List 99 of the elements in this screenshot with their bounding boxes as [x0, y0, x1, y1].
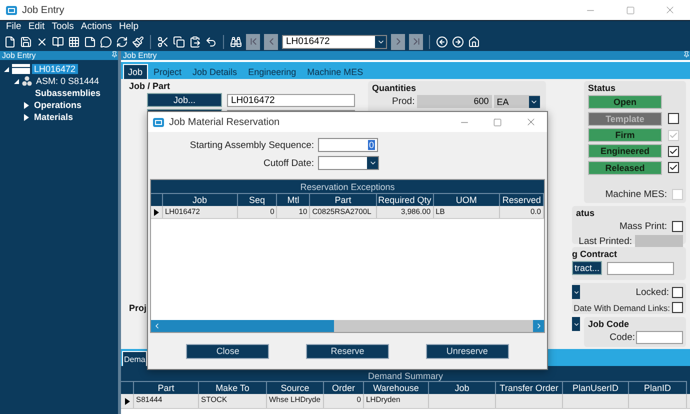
last-printed-field[interactable] [635, 235, 683, 247]
group-title: Status [588, 83, 617, 93]
group-title: Job Code [588, 319, 630, 329]
maximize-icon [493, 118, 502, 126]
checkbox-label: Locked: [636, 286, 669, 298]
sequence-field[interactable]: 0 [318, 138, 378, 152]
binoculars-icon[interactable] [230, 36, 242, 48]
last-record-button[interactable] [409, 34, 423, 50]
tab[interactable]: Machine MES [302, 64, 368, 79]
row-pointer-icon [154, 208, 159, 216]
checkbox[interactable] [668, 162, 679, 174]
assembly-icon [22, 76, 32, 86]
cut-icon[interactable] [157, 36, 169, 48]
dialog-button[interactable]: Close [186, 344, 270, 358]
home-icon[interactable] [468, 36, 480, 48]
status-button[interactable]: Engineered [588, 144, 662, 158]
first-record-button[interactable] [246, 34, 260, 50]
group-title: Quantities [372, 83, 416, 93]
tab[interactable]: Project [148, 64, 187, 79]
status-button[interactable]: Released [588, 160, 662, 175]
dropdown-icon [375, 36, 386, 48]
dropdown-icon [368, 159, 376, 167]
last-icon [410, 36, 422, 47]
tab[interactable]: Dema [122, 351, 148, 366]
group-title: atus [576, 208, 596, 218]
new-document-icon[interactable] [4, 36, 16, 48]
status-button[interactable]: Open [588, 95, 662, 110]
back-icon[interactable] [436, 36, 448, 48]
horizontal-scrollbar[interactable] [151, 320, 544, 332]
job-button[interactable]: Job... [147, 93, 222, 107]
copy-icon[interactable] [173, 36, 185, 48]
checkbox-label: Mass Print: [619, 221, 667, 232]
dropdown-icon[interactable] [572, 317, 580, 331]
menu-item[interactable]: Tools [52, 21, 74, 32]
cutoff-date-combo[interactable] [318, 156, 379, 170]
window-title: Job Entry [22, 4, 66, 16]
dialog-button[interactable]: Unreserve [426, 344, 509, 358]
checkbox[interactable] [672, 302, 683, 313]
checkbox[interactable] [672, 286, 683, 298]
paste-icon[interactable] [189, 36, 201, 48]
pin-icon[interactable] [683, 51, 690, 58]
tree-item[interactable]: Operations [32, 100, 84, 110]
app-icon [153, 118, 164, 126]
delete-icon[interactable] [36, 36, 48, 48]
field-label: Starting Assembly Sequence: [188, 140, 315, 150]
prod-quantity-field[interactable]: 600 [416, 95, 492, 108]
pin-icon[interactable] [111, 51, 118, 58]
menu-item[interactable]: Edit [28, 21, 45, 32]
note-icon[interactable] [84, 36, 96, 48]
previous-record-button[interactable] [264, 34, 278, 50]
tab[interactable]: Job Details [188, 64, 242, 79]
grid-icon[interactable] [68, 36, 80, 48]
record-combo[interactable]: LH016472 [282, 34, 387, 48]
tree-item[interactable]: ASM: 0 S81444 [34, 76, 102, 86]
refresh-icon[interactable] [116, 36, 128, 48]
job-field[interactable]: LH016472 [227, 94, 355, 106]
contract-button[interactable]: tract... [572, 261, 602, 275]
checkbox[interactable] [672, 221, 683, 232]
menu-item[interactable]: Help [119, 21, 139, 32]
grid-caption: Reservation Exceptions [151, 180, 544, 193]
brush-icon[interactable] [132, 36, 144, 48]
tab[interactable]: Job [123, 64, 148, 79]
book-icon[interactable] [52, 36, 64, 48]
status-button[interactable]: Firm [588, 128, 662, 142]
tree-item[interactable]: Materials [32, 112, 76, 122]
field-label: Code: [610, 332, 635, 343]
checkbox-label: Date With Demand Links: [574, 302, 670, 312]
save-icon[interactable] [20, 36, 32, 48]
field-label: Prod: [392, 96, 415, 107]
panel-title: Job Entry [123, 51, 157, 60]
menu-item[interactable]: Actions [80, 21, 112, 32]
app-icon [6, 6, 17, 14]
group-title: g Contract [572, 249, 618, 259]
maximize-icon [626, 6, 634, 14]
uom-combo[interactable]: EA [494, 95, 540, 108]
next-record-button[interactable] [391, 34, 405, 50]
field-label: Cutoff Date: [262, 158, 315, 168]
tree-item[interactable]: LH016472 [32, 64, 78, 74]
tree-item[interactable]: Subassemblies [33, 88, 103, 98]
field-label: Last Printed: [578, 236, 632, 246]
forward-icon[interactable] [452, 36, 464, 48]
chat-bubble-icon[interactable] [100, 36, 112, 48]
checkbox-label: Machine MES: [605, 189, 667, 200]
code-field[interactable] [636, 331, 683, 344]
folder-icon [12, 64, 30, 74]
dialog-title: Job Material Reservation [169, 116, 281, 128]
undo-icon[interactable] [205, 36, 217, 48]
tab[interactable]: Engineering [243, 64, 302, 79]
dropdown-icon [528, 96, 540, 108]
group-title: Proj [129, 303, 147, 313]
contract-field[interactable] [607, 262, 674, 274]
dialog-button[interactable]: Reserve [306, 344, 389, 358]
row-pointer-icon [124, 398, 130, 404]
panel-title: Job Entry [2, 51, 36, 60]
menu-item[interactable]: File [6, 21, 22, 32]
close-icon [664, 4, 676, 16]
group-title: Job / Part [129, 81, 170, 91]
dropdown-icon[interactable] [572, 285, 580, 299]
checkbox[interactable] [668, 146, 679, 157]
